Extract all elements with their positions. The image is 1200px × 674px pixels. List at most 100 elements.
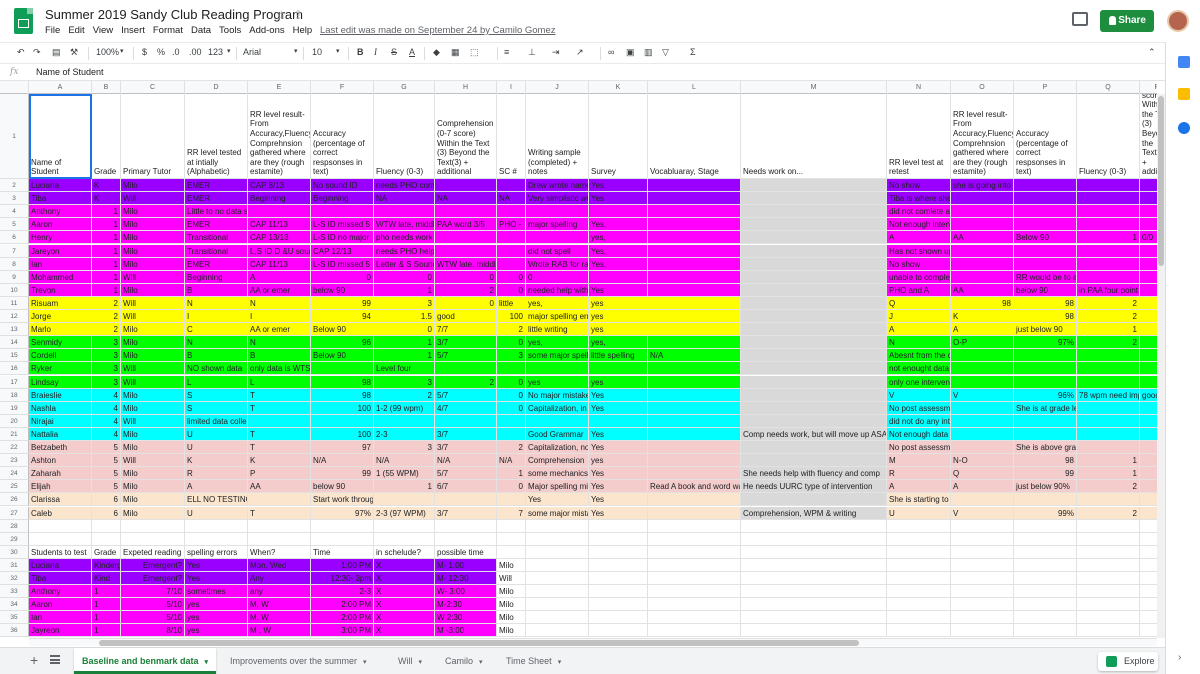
cell-c18[interactable]: Milo bbox=[121, 388, 185, 402]
cell-d9[interactable]: Beginning bbox=[185, 270, 248, 284]
collapse-menu-icon[interactable]: ⌃ bbox=[1148, 47, 1156, 58]
column-header-d[interactable]: D bbox=[185, 81, 248, 94]
cell-h36[interactable]: M -3:00 bbox=[435, 624, 497, 638]
last-edit-link[interactable]: Last edit was made on September 24 by Ca… bbox=[320, 25, 556, 36]
cell-h17[interactable]: 2 bbox=[435, 375, 497, 389]
cell-c21[interactable]: Milo bbox=[121, 427, 185, 441]
cell-g27[interactable]: 2-3 (97 WPM) bbox=[374, 506, 435, 520]
cell-q33[interactable] bbox=[1077, 585, 1140, 599]
cell-a21[interactable]: Nattalia bbox=[29, 427, 92, 441]
cell-i24[interactable]: 1 bbox=[497, 467, 526, 481]
cell-e14[interactable]: N bbox=[248, 336, 311, 350]
menu-tools[interactable]: Tools bbox=[219, 25, 241, 36]
cell-f24[interactable]: 99 bbox=[311, 467, 374, 481]
header-cell[interactable]: Vocabluaray, Stage bbox=[648, 94, 741, 179]
cell-i12[interactable]: 100 bbox=[497, 310, 526, 324]
cell-r6[interactable]: 0/0 bbox=[1140, 231, 1157, 245]
cell-a15[interactable]: Cordell bbox=[29, 349, 92, 363]
cell-g32[interactable]: X bbox=[374, 572, 435, 586]
cell-l29[interactable] bbox=[648, 532, 741, 546]
cell-p31[interactable] bbox=[1014, 558, 1077, 572]
cell-b34[interactable]: 1 bbox=[92, 598, 121, 612]
cell-j34[interactable] bbox=[526, 598, 589, 612]
cell-p35[interactable] bbox=[1014, 611, 1077, 625]
header-cell[interactable]: Comprehension (0-7 score) Within the Tex… bbox=[435, 94, 497, 179]
cell-q18[interactable]: 78 wpm need improve bbox=[1077, 388, 1140, 402]
column-header-k[interactable]: K bbox=[589, 81, 648, 94]
cell-k21[interactable]: Yes bbox=[589, 427, 648, 441]
cell-m33[interactable] bbox=[741, 585, 887, 599]
cell-e9[interactable]: A bbox=[248, 270, 311, 284]
cell-k31[interactable] bbox=[589, 558, 648, 572]
cell-n8[interactable]: No show bbox=[887, 257, 951, 271]
cell-q30[interactable] bbox=[1077, 545, 1140, 559]
cell-e24[interactable]: P bbox=[248, 467, 311, 481]
row-header-6[interactable]: 6 bbox=[0, 231, 29, 245]
cell-o2[interactable]: she is going into Kinder, no data is nee… bbox=[951, 179, 1014, 193]
cell-b21[interactable]: 4 bbox=[92, 427, 121, 441]
cell-q36[interactable] bbox=[1077, 624, 1140, 638]
cell-b15[interactable]: 3 bbox=[92, 349, 121, 363]
cell-g28[interactable] bbox=[374, 519, 435, 533]
row-header-35[interactable]: 35 bbox=[0, 611, 29, 625]
row-header-4[interactable]: 4 bbox=[0, 205, 29, 219]
cell-q31[interactable] bbox=[1077, 558, 1140, 572]
cell-g15[interactable]: 1 bbox=[374, 349, 435, 363]
row-header-5[interactable]: 5 bbox=[0, 218, 29, 232]
cell-k17[interactable]: yes bbox=[589, 375, 648, 389]
chevron-down-icon[interactable]: ▾ bbox=[363, 659, 367, 666]
cell-q7[interactable] bbox=[1077, 244, 1140, 258]
cell-d3[interactable]: EMER bbox=[185, 192, 248, 206]
cell-f14[interactable]: 96 bbox=[311, 336, 374, 350]
cell-q14[interactable]: 2 bbox=[1077, 336, 1140, 350]
cell-q19[interactable] bbox=[1077, 401, 1140, 415]
cell-g4[interactable] bbox=[374, 205, 435, 219]
cell-a12[interactable]: Jorge bbox=[29, 310, 92, 324]
cell-h15[interactable]: 5/7 bbox=[435, 349, 497, 363]
cell-o32[interactable] bbox=[951, 572, 1014, 586]
cell-l13[interactable] bbox=[648, 323, 741, 337]
cell-l10[interactable] bbox=[648, 283, 741, 297]
row-header-30[interactable]: 30 bbox=[0, 545, 29, 559]
cell-p23[interactable]: 98 bbox=[1014, 454, 1077, 468]
cell-a3[interactable]: Tiba bbox=[29, 192, 92, 206]
increase-decimal-button[interactable]: .00 bbox=[189, 47, 202, 57]
undo-icon[interactable]: ↶ bbox=[17, 47, 25, 58]
cell-b27[interactable]: 6 bbox=[92, 506, 121, 520]
cell-b22[interactable]: 5 bbox=[92, 441, 121, 455]
cell-d25[interactable]: A bbox=[185, 480, 248, 494]
keep-icon[interactable] bbox=[1178, 88, 1190, 100]
cell-c14[interactable]: Milo bbox=[121, 336, 185, 350]
cell-n19[interactable]: No post assessment needed bbox=[887, 401, 951, 415]
cell-n12[interactable]: J bbox=[887, 310, 951, 324]
menu-help[interactable]: Help bbox=[293, 25, 313, 36]
cell-g36[interactable]: X bbox=[374, 624, 435, 638]
cell-d27[interactable]: U bbox=[185, 506, 248, 520]
cell-r23[interactable] bbox=[1140, 454, 1157, 468]
cell-e2[interactable]: CAP 8/13 bbox=[248, 179, 311, 193]
cell-o6[interactable]: AA bbox=[951, 231, 1014, 245]
cell-l18[interactable] bbox=[648, 388, 741, 402]
cell-o24[interactable]: Q bbox=[951, 467, 1014, 481]
cell-a22[interactable]: Betzabeth bbox=[29, 441, 92, 455]
cell-r32[interactable] bbox=[1140, 572, 1157, 586]
cell-o28[interactable] bbox=[951, 519, 1014, 533]
cell-k15[interactable]: little spelling bbox=[589, 349, 648, 363]
cell-r26[interactable] bbox=[1140, 493, 1157, 507]
cell-d8[interactable]: EMER bbox=[185, 257, 248, 271]
cell-l24[interactable] bbox=[648, 467, 741, 481]
cell-k33[interactable] bbox=[589, 585, 648, 599]
cell-n17[interactable]: only one intervention completed. bbox=[887, 375, 951, 389]
cell-j8[interactable]: Wrote RAB for rabbit bbox=[526, 257, 589, 271]
row-header-8[interactable]: 8 bbox=[0, 257, 29, 271]
cell-f7[interactable]: CAP 12/13 bbox=[311, 244, 374, 258]
cell-b19[interactable]: 4 bbox=[92, 401, 121, 415]
cell-o29[interactable] bbox=[951, 532, 1014, 546]
cell-h35[interactable]: W 2:30 bbox=[435, 611, 497, 625]
cell-f25[interactable]: below 90 bbox=[311, 480, 374, 494]
row-header-34[interactable]: 34 bbox=[0, 598, 29, 612]
cell-i5[interactable]: PHO - bbox=[497, 218, 526, 232]
cell-g18[interactable]: 2 bbox=[374, 388, 435, 402]
column-header-b[interactable]: B bbox=[92, 81, 121, 94]
cell-g26[interactable] bbox=[374, 493, 435, 507]
